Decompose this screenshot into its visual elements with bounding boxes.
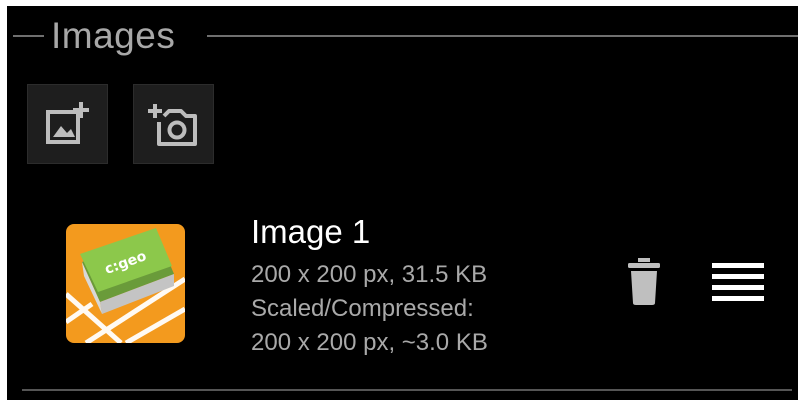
drag-handle-icon [712, 263, 764, 301]
add-photo-icon [45, 102, 89, 144]
section-title: Images [51, 15, 176, 56]
trash-icon [628, 258, 660, 305]
add-image-button[interactable] [27, 84, 108, 164]
scaled-size: 200 x 200 px, ~3.0 KB [251, 329, 488, 356]
list-divider [22, 389, 792, 391]
take-photo-button[interactable] [133, 84, 214, 164]
section-header: Images [7, 6, 798, 66]
delete-button[interactable] [624, 257, 664, 312]
add-camera-icon [147, 104, 197, 146]
image-size: 200 x 200 px, 31.5 KB [251, 261, 488, 288]
header-line-right [207, 35, 798, 37]
header-line-left [13, 35, 44, 37]
scaled-label: Scaled/Compressed: [251, 295, 474, 322]
images-panel: Images c:geo Image 1 200 x 200 px, 31.5 … [7, 6, 798, 400]
image-thumbnail[interactable]: c:geo [66, 224, 185, 343]
drag-handle[interactable] [712, 261, 764, 310]
image-title: Image 1 [251, 213, 371, 250]
